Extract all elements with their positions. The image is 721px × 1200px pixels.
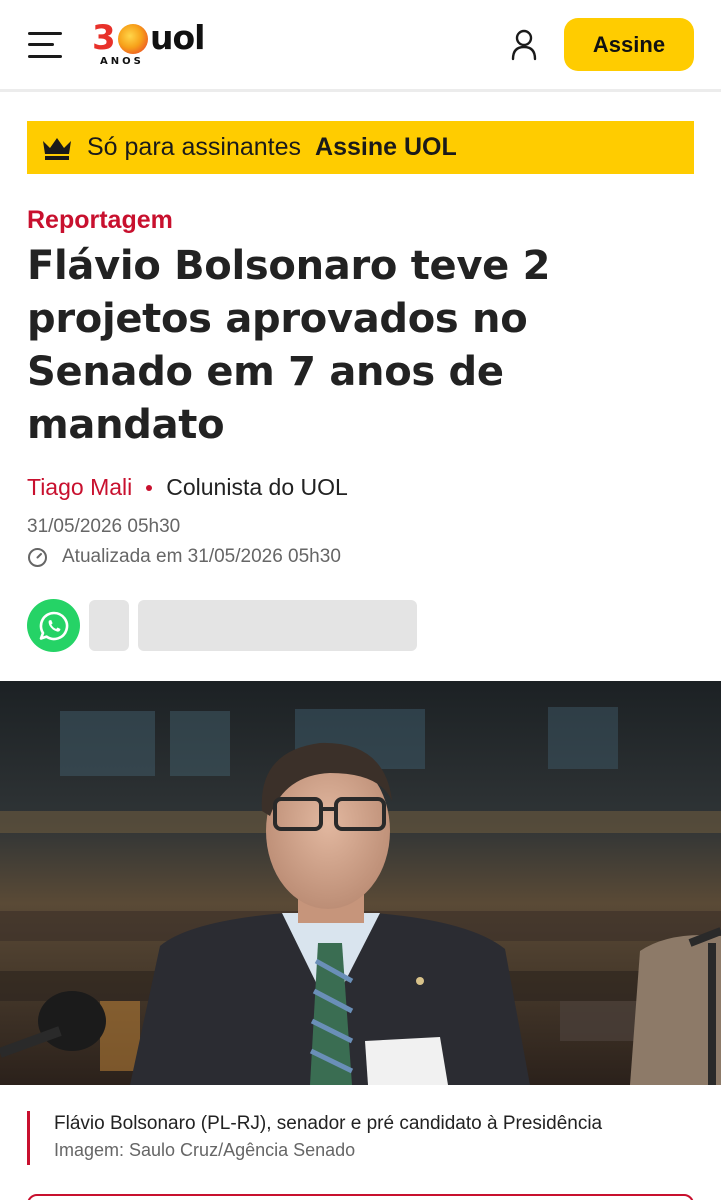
clock-icon (28, 547, 47, 567)
logo-sun-icon (118, 24, 148, 54)
author-link[interactable]: Tiago Mali (27, 474, 132, 501)
subscriber-only-label: Só para assinantes (87, 133, 302, 161)
photo-caption: Flávio Bolsonaro (PL-RJ), senador e pré … (27, 1111, 602, 1165)
next-section-box-edge (27, 1194, 694, 1200)
user-icon[interactable] (508, 28, 540, 62)
byline: Tiago Mali Colunista do UOL (27, 474, 348, 501)
author-role: Colunista do UOL (166, 474, 348, 500)
updated-date: Atualizada em 31/05/2026 05h30 (62, 546, 341, 567)
caption-text: Flávio Bolsonaro (PL-RJ), senador e pré … (54, 1113, 603, 1134)
publish-date: 31/05/2026 05h30 (27, 516, 181, 537)
hamburger-menu-icon[interactable] (28, 30, 64, 60)
article-title: Flávio Bolsonaro teve 2 projetos aprovad… (27, 243, 551, 448)
updated-date-row: Atualizada em 31/05/2026 05h30 (27, 546, 341, 568)
byline-separator-dot (146, 484, 153, 491)
senator-photo-illustration (0, 681, 721, 1085)
logo-brand: uol (150, 18, 205, 57)
subscribe-button[interactable]: Assine (564, 18, 694, 71)
subscribe-uol-link[interactable]: Assine UOL (315, 133, 457, 162)
article-lead-image[interactable] (0, 681, 721, 1085)
subscriber-only-banner[interactable]: Só para assinantes Assine UOL (27, 121, 694, 174)
share-placeholder-wide (138, 600, 417, 651)
article-kicker[interactable]: Reportagem (27, 206, 173, 235)
share-placeholder-small (89, 600, 129, 651)
site-header: 3 uol ANOS Assine (0, 0, 721, 92)
whatsapp-icon[interactable] (27, 599, 80, 652)
logo-anos: ANOS (100, 56, 144, 67)
uol-30-anos-logo[interactable]: 3 uol ANOS (92, 18, 216, 70)
logo-number: 3 (92, 18, 116, 58)
crown-icon (43, 137, 71, 160)
caption-credit: Imagem: Saulo Cruz/Agência Senado (54, 1140, 356, 1160)
